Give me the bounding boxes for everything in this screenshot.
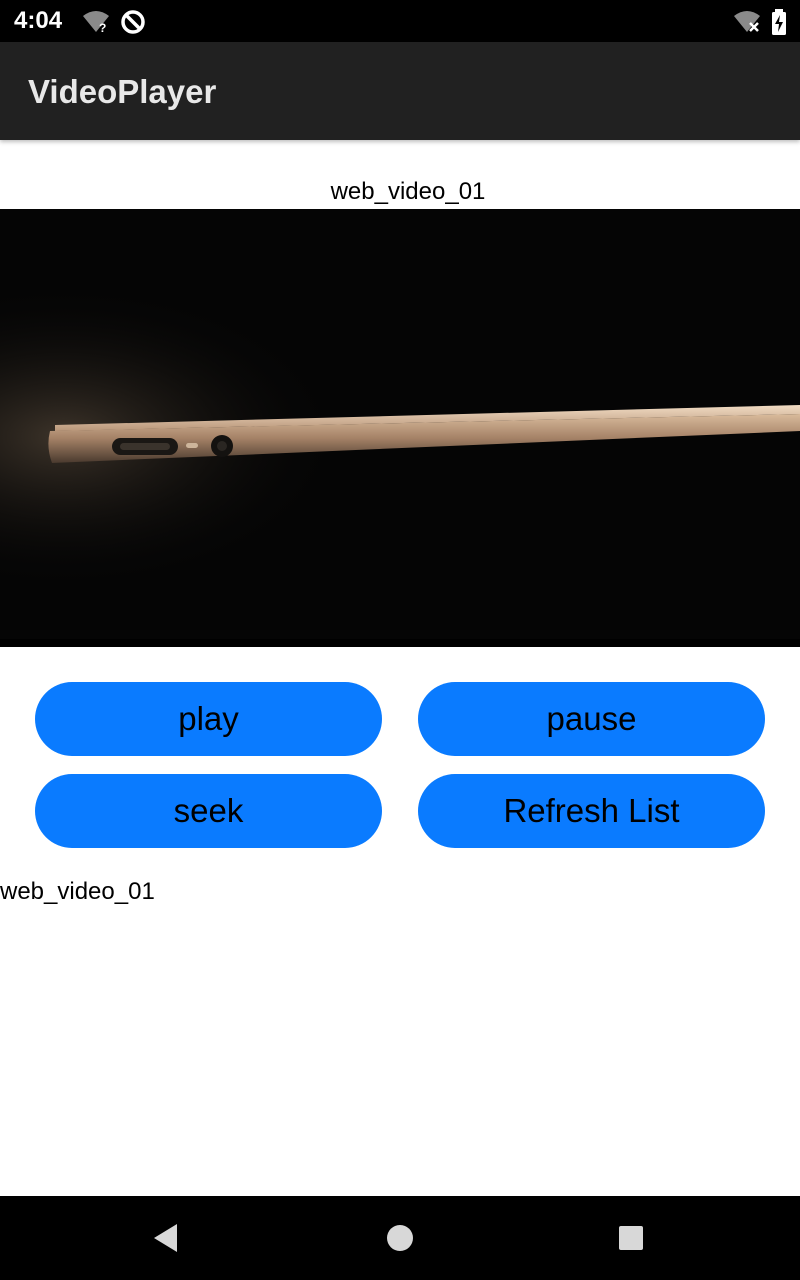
status-time: 4:04 [14, 7, 63, 34]
refresh-list-button[interactable]: Refresh List [418, 774, 765, 848]
status-bar: 4:04 ? [0, 0, 800, 42]
wifi-off-icon [734, 11, 760, 32]
battery-charging-icon [772, 9, 786, 35]
wifi-unknown-icon: ? [83, 11, 109, 34]
play-button[interactable]: play [35, 682, 382, 756]
app-title: VideoPlayer [28, 73, 217, 110]
back-icon[interactable] [150, 1222, 182, 1254]
video-list-item[interactable]: web_video_01 [0, 876, 155, 908]
home-icon[interactable] [385, 1223, 415, 1253]
seek-button[interactable]: seek [35, 774, 382, 848]
pause-button[interactable]: pause [418, 682, 765, 756]
data-saver-icon [121, 10, 145, 34]
svg-text:?: ? [99, 21, 106, 34]
now-playing-title: web_video_01 [330, 178, 486, 205]
video-frame-laptop-image [0, 209, 800, 647]
recents-icon[interactable] [617, 1224, 645, 1252]
video-player[interactable] [0, 209, 800, 647]
navigation-bar [0, 1196, 800, 1280]
app-bar: VideoPlayer [0, 42, 800, 140]
